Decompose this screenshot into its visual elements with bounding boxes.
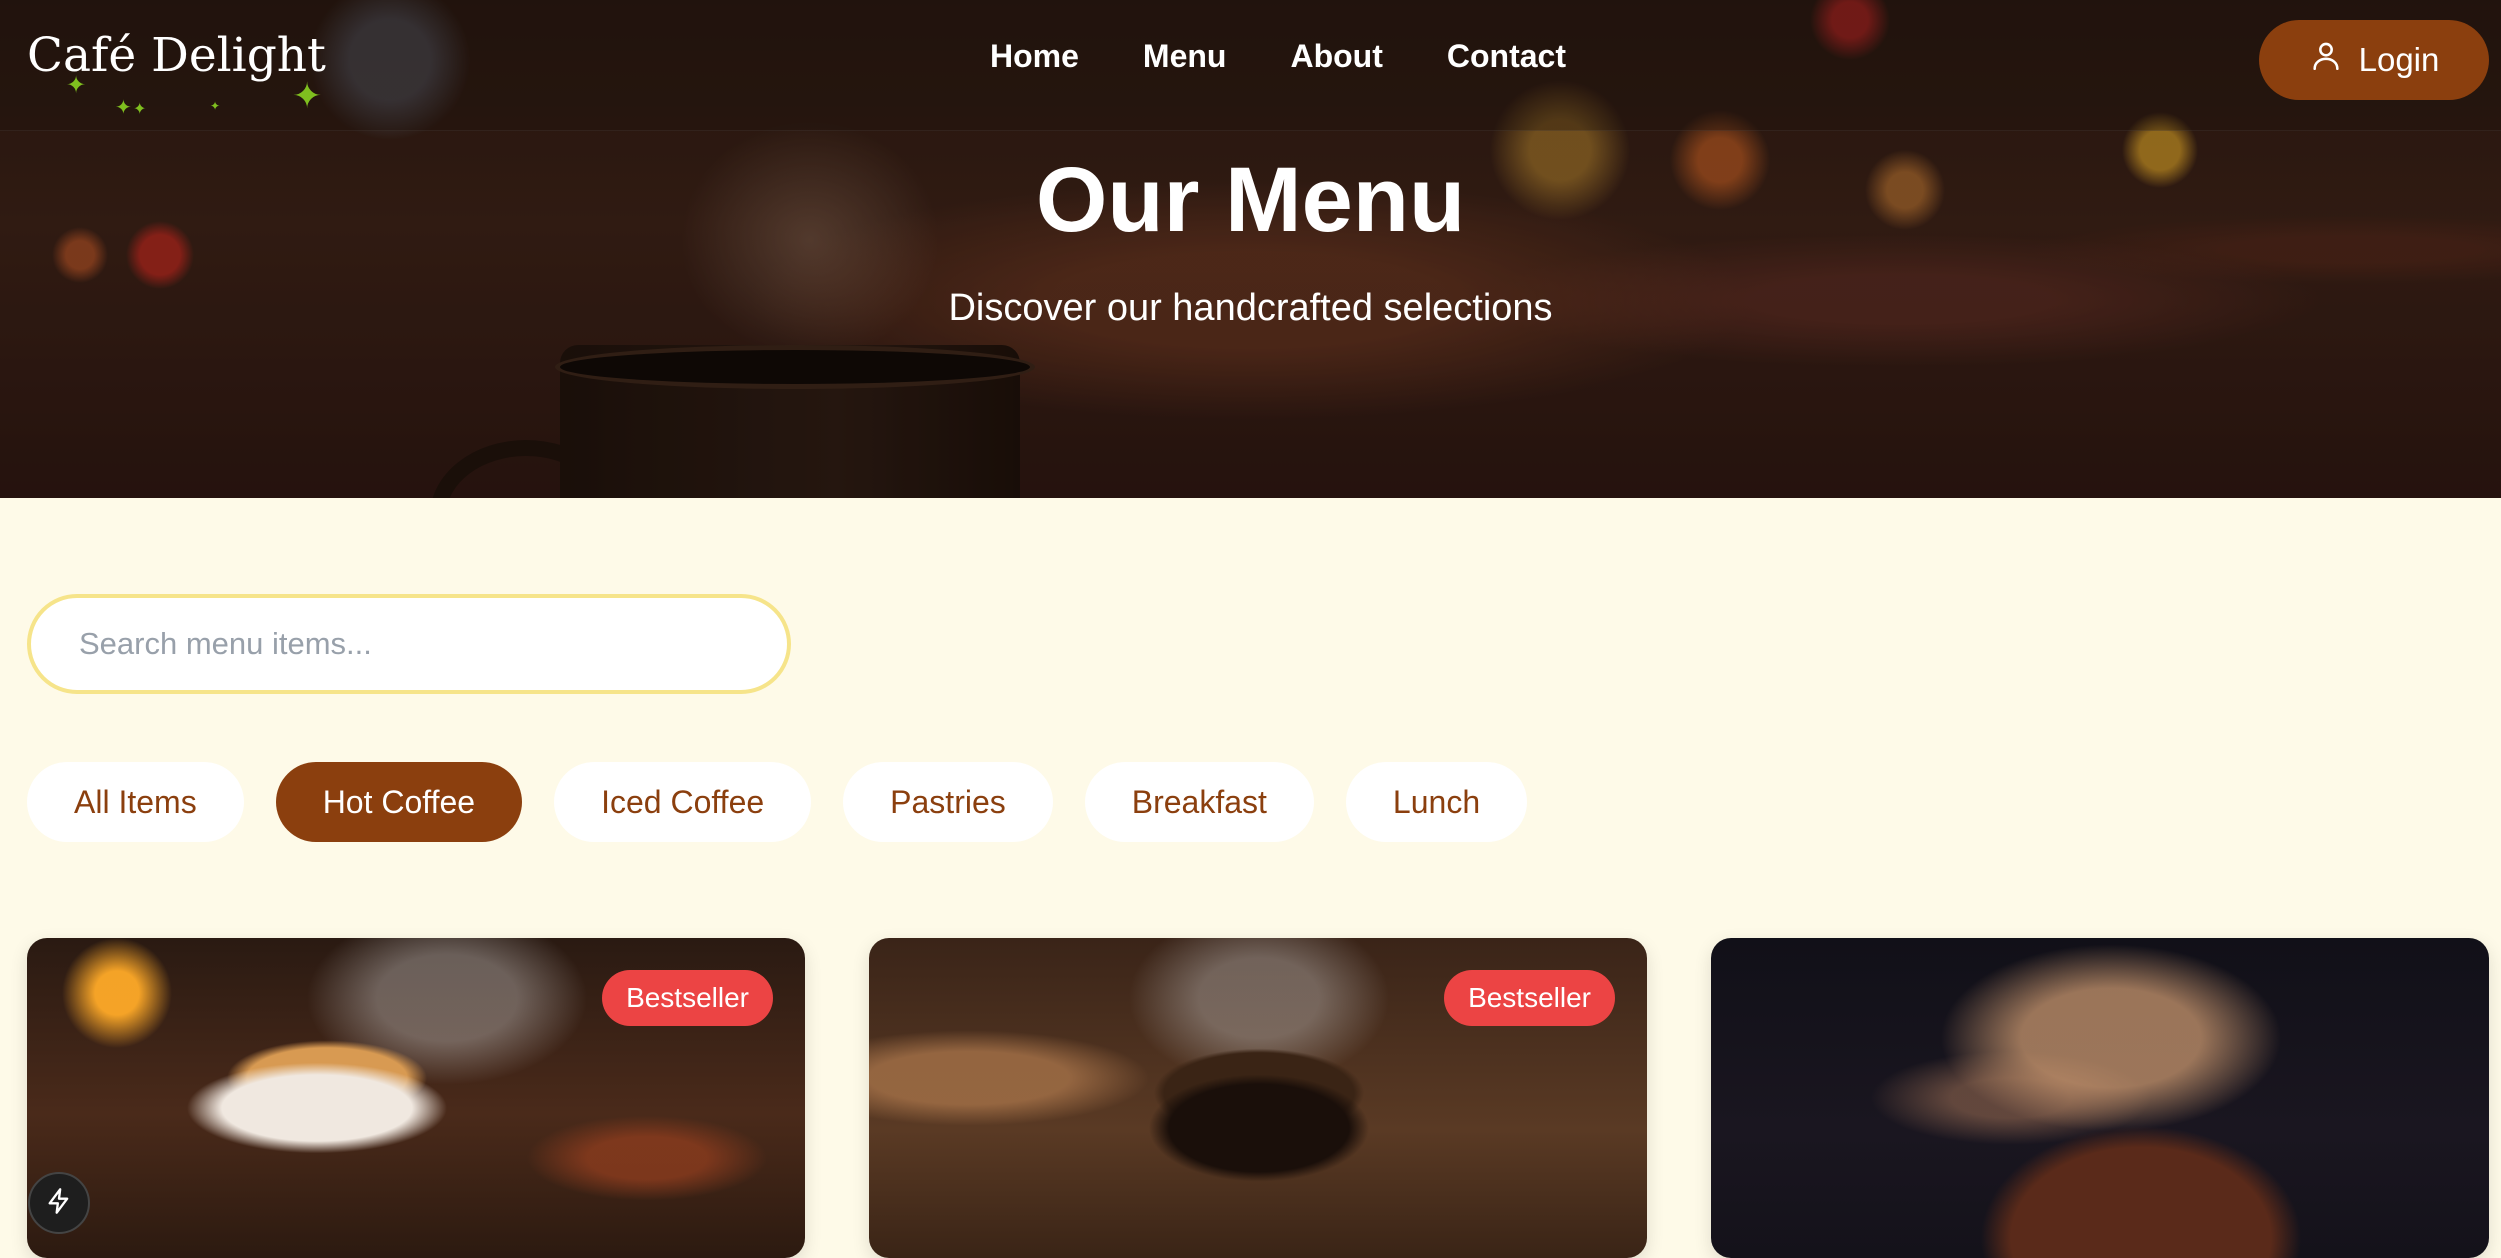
sparkle-icon: ✦ [292,75,323,116]
nav-link-home[interactable]: Home [990,38,1079,75]
nav-link-about[interactable]: About [1290,38,1382,75]
sparkle-icon: ✦ [66,72,87,99]
menu-card[interactable] [1711,938,2489,1258]
sparkle-icon: ✦ [133,101,147,118]
menu-card[interactable]: Bestseller [869,938,1647,1258]
floating-action-button[interactable] [28,1172,90,1234]
page-title: Our Menu [1035,149,1466,251]
nav-link-menu[interactable]: Menu [1143,38,1227,75]
login-button[interactable]: Login [2259,20,2489,100]
login-label: Login [2358,41,2440,78]
lightning-bolt-icon [45,1187,73,1220]
user-icon [2309,39,2343,81]
bestseller-badge: Bestseller [1444,970,1615,1026]
filter-all-items[interactable]: All Items [27,762,244,842]
filter-lunch[interactable]: Lunch [1345,762,1528,842]
filter-iced-coffee[interactable]: Iced Coffee [554,762,812,842]
nav-link-contact[interactable]: Contact [1447,38,1566,75]
filter-pastries[interactable]: Pastries [843,762,1053,842]
category-filters: All Items Hot Coffee Iced Coffee Pastrie… [27,762,1528,842]
hero-banner: Café Delight ✦ ✦ ✦ ✦ ✦ Home Menu About C… [0,0,2501,498]
search-input[interactable] [27,594,791,694]
bestseller-badge: Bestseller [602,970,773,1026]
nav-links: Home Menu About Contact [990,38,1566,75]
sparkle-icon: ✦ [210,99,221,113]
sparkle-icon: ✦ [115,97,132,119]
filter-breakfast[interactable]: Breakfast [1084,762,1314,842]
menu-card-image [1711,938,2489,1258]
navbar: Café Delight ✦ ✦ ✦ ✦ ✦ Home Menu About C… [0,0,2501,131]
filter-hot-coffee[interactable]: Hot Coffee [275,762,523,842]
menu-card[interactable]: Bestseller [27,938,805,1258]
page-subtitle: Discover our handcrafted selections [948,287,1553,329]
